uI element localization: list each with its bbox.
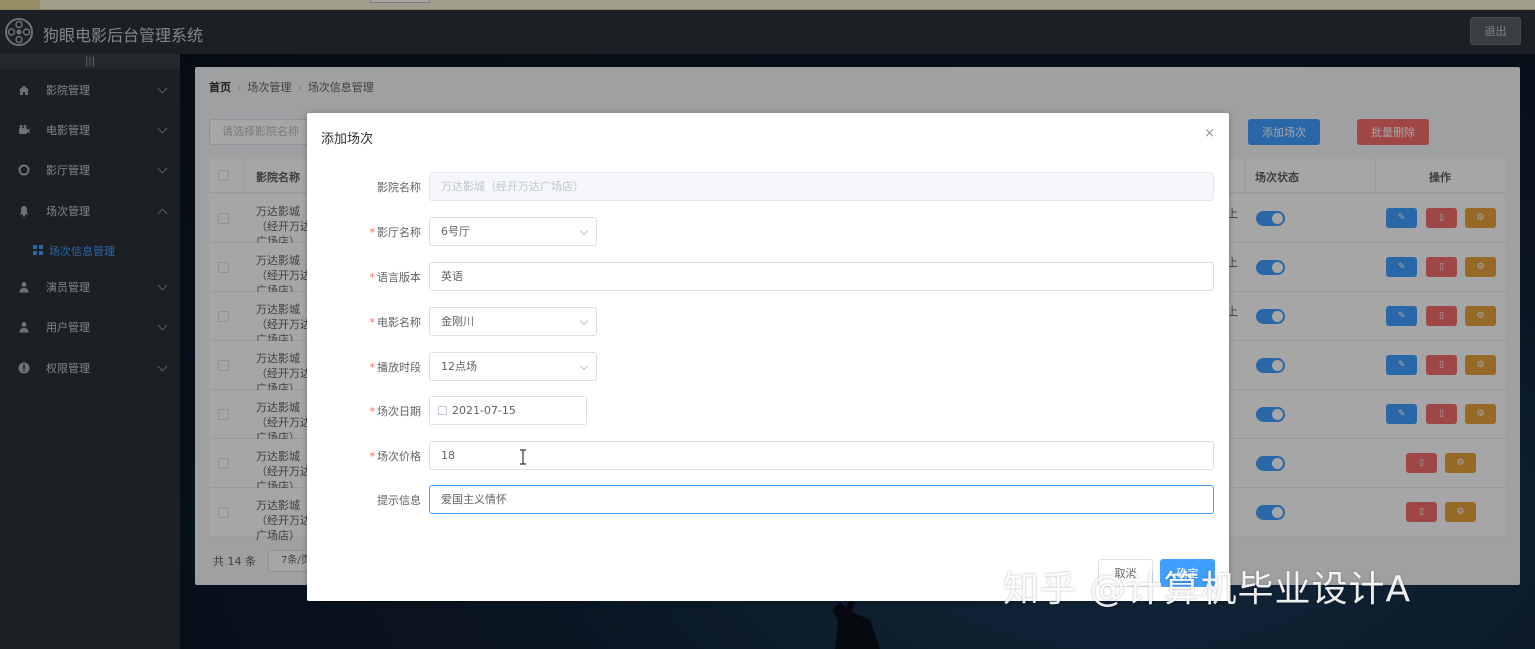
required-asterisk: *	[369, 450, 376, 463]
field-label-text: 场次价格	[377, 450, 421, 463]
field-label-text: 影厅名称	[377, 226, 421, 239]
form-row-session-date: * 场次日期 2021-07-15	[307, 396, 1229, 426]
required-asterisk: *	[369, 361, 376, 374]
session-date-picker[interactable]: 2021-07-15	[429, 396, 587, 425]
field-label-text: 电影名称	[377, 316, 421, 329]
form-row-time-slot: * 播放时段 12点场	[307, 352, 1229, 382]
field-label: * 场次价格	[370, 448, 422, 464]
add-session-dialog: 添加场次 × 影院名称 万达影城（经开万达广场店） * 影厅名称 6号厅 * 语言版…	[307, 113, 1229, 601]
tip-info-field[interactable]: 爱国主义情怀	[429, 485, 1214, 514]
movie-name-select[interactable]: 金刚川	[429, 307, 597, 336]
chevron-down-icon	[579, 361, 589, 371]
form-row-price: * 场次价格 18	[307, 441, 1229, 471]
required-asterisk: *	[369, 316, 376, 329]
select-value: 12点场	[441, 360, 477, 373]
field-label: * 语言版本	[370, 269, 422, 285]
chevron-down-icon	[579, 226, 589, 236]
field-label: 影院名称	[377, 181, 421, 194]
calendar-icon	[438, 406, 447, 415]
chevron-down-icon	[579, 316, 589, 326]
field-label: * 影厅名称	[370, 224, 422, 240]
field-label-text: 语言版本	[377, 271, 421, 284]
form-row-tip-info: 提示信息 爱国主义情怀	[307, 485, 1229, 515]
session-price-field[interactable]: 18	[429, 441, 1214, 470]
text-cursor-icon	[520, 449, 526, 465]
dialog-title: 添加场次	[321, 132, 374, 147]
form-row-hall-name: * 影厅名称 6号厅	[307, 217, 1229, 247]
required-asterisk: *	[369, 226, 376, 239]
select-value: 金刚川	[441, 315, 474, 328]
field-label: * 场次日期	[370, 403, 422, 419]
field-label: * 电影名称	[370, 314, 422, 330]
language-field[interactable]: 英语	[429, 262, 1214, 291]
form-row-cinema-name: 影院名称 万达影城（经开万达广场店）	[307, 172, 1229, 202]
zhihu-watermark: 知乎 @计算机毕业设计A	[1003, 569, 1412, 610]
form-row-language: * 语言版本 英语	[307, 262, 1229, 292]
field-label: 提示信息	[377, 494, 421, 507]
form-row-movie-name: * 电影名称 金刚川	[307, 307, 1229, 337]
date-value: 2021-07-15	[452, 404, 516, 417]
field-label-text: 场次日期	[377, 405, 421, 418]
cinema-name-field: 万达影城（经开万达广场店）	[429, 172, 1214, 201]
field-label-text: 播放时段	[377, 361, 421, 374]
required-asterisk: *	[369, 271, 376, 284]
close-icon[interactable]: ×	[1204, 126, 1215, 141]
select-value: 6号厅	[441, 225, 470, 238]
time-slot-select[interactable]: 12点场	[429, 352, 597, 381]
hall-name-select[interactable]: 6号厅	[429, 217, 597, 246]
required-asterisk: *	[369, 405, 376, 418]
field-label: * 播放时段	[370, 359, 422, 375]
